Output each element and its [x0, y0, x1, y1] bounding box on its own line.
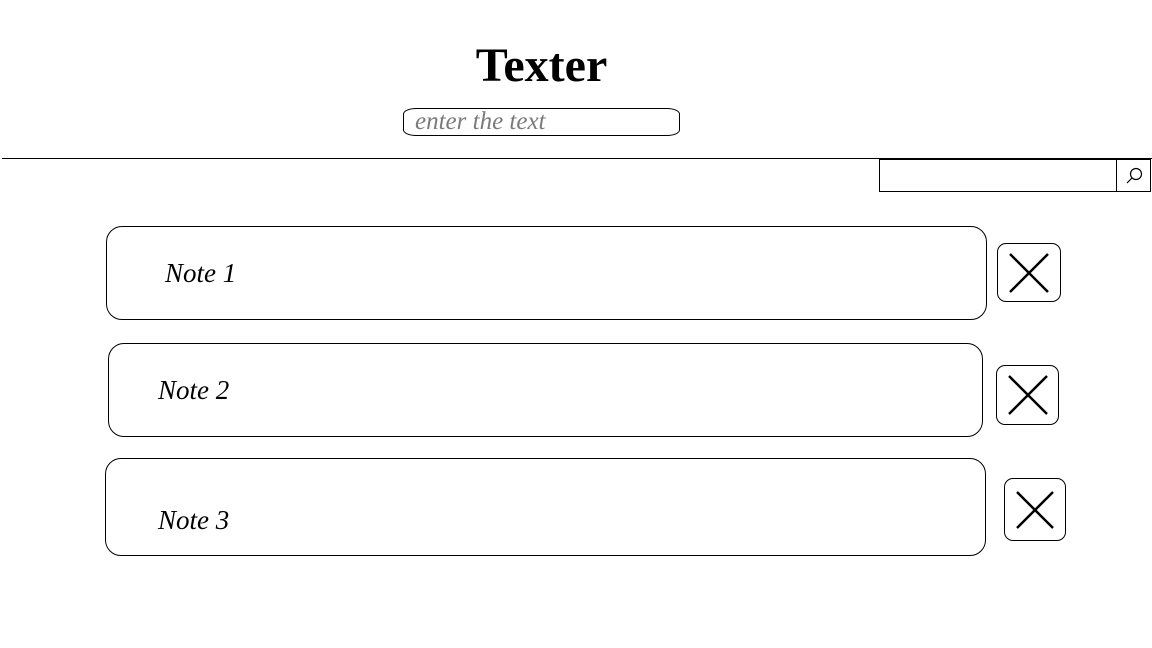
- note-text: Note 2: [158, 375, 230, 405]
- search-icon: [1126, 167, 1142, 183]
- note-card[interactable]: Note 1: [106, 226, 987, 320]
- close-icon: [1007, 375, 1048, 415]
- note-text: Note 1: [165, 258, 237, 288]
- search-button[interactable]: [1116, 160, 1150, 191]
- delete-note-button[interactable]: [997, 243, 1061, 302]
- close-icon: [1009, 252, 1049, 293]
- note-text: Note 3: [158, 505, 230, 535]
- delete-note-button[interactable]: [1004, 478, 1066, 541]
- note-card[interactable]: Note 2: [108, 343, 983, 437]
- search-input[interactable]: [880, 160, 1116, 191]
- note-card[interactable]: Note 3: [105, 458, 986, 556]
- new-note-input[interactable]: [403, 108, 680, 136]
- app-title: Texter: [475, 39, 608, 92]
- delete-note-button[interactable]: [996, 365, 1059, 425]
- close-icon: [1016, 490, 1054, 529]
- search-bar: [879, 159, 1151, 192]
